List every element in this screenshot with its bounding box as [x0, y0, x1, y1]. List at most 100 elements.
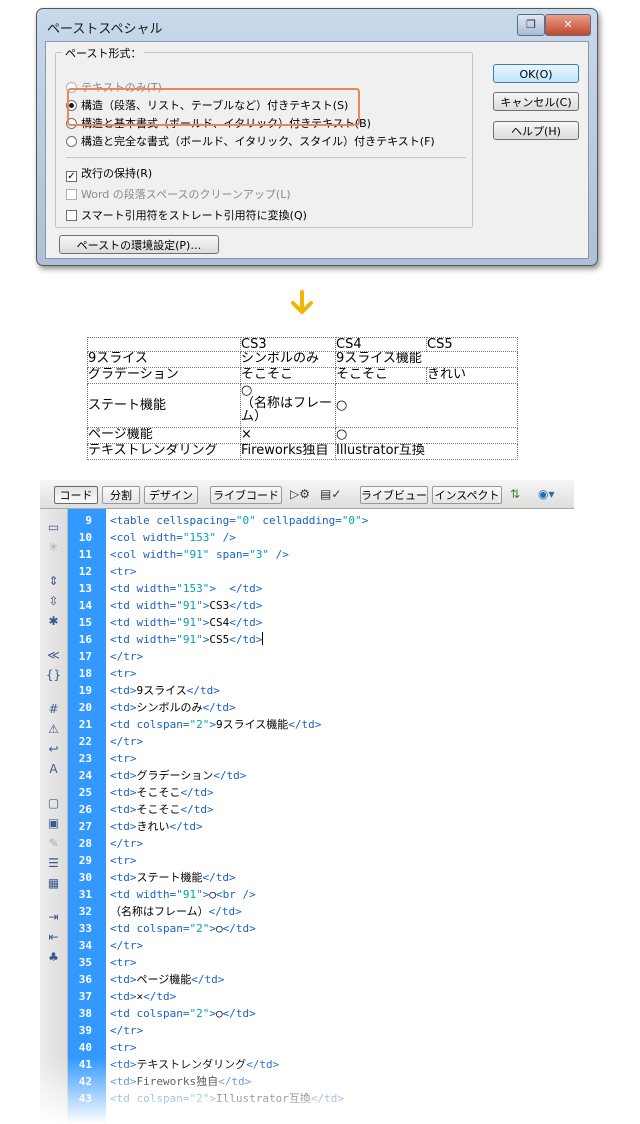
- collapse-full-tag-icon[interactable]: ⇕: [45, 573, 62, 589]
- line-number: 38: [78, 1007, 92, 1020]
- code-line[interactable]: <tr>: [110, 665, 137, 682]
- code-line[interactable]: <td width="91">○<br />: [110, 886, 256, 903]
- line-number: 12: [78, 565, 92, 578]
- code-token: >: [209, 718, 216, 731]
- code-token: シンボルのみ: [136, 701, 203, 714]
- line-numbers-icon[interactable]: #: [45, 701, 62, 717]
- code-line[interactable]: <td colspan="2">○</td>: [110, 920, 256, 937]
- check-page-icon[interactable]: ▤✓: [320, 487, 341, 501]
- code-line[interactable]: <tr>: [110, 563, 137, 580]
- recent-snippets-icon[interactable]: ☰: [45, 855, 62, 871]
- line-number: 13: [78, 582, 92, 595]
- highlight-invalid-code-icon[interactable]: ⚠: [45, 721, 62, 737]
- line-number: 15: [78, 616, 92, 629]
- code-line[interactable]: <td colspan="2">○</td>: [110, 1005, 256, 1022]
- code-line[interactable]: <td>きれい</td>: [110, 818, 203, 835]
- cancel-button[interactable]: キャンセル(C): [493, 92, 579, 111]
- expand-all-icon[interactable]: ✱: [45, 613, 62, 629]
- split-view-button[interactable]: 分割: [102, 486, 140, 504]
- code-line[interactable]: <td colspan="2">9スライス機能</td>: [110, 716, 321, 733]
- live-code-button[interactable]: ライブコード: [210, 486, 282, 504]
- outdent-code-icon[interactable]: ⇤: [45, 929, 62, 945]
- code-line[interactable]: <col width="153" />: [110, 529, 236, 546]
- line-number: 16: [78, 633, 92, 646]
- design-view-button[interactable]: デザイン: [144, 486, 198, 504]
- code-line[interactable]: <td>9スライス</td>: [110, 682, 220, 699]
- paste-preferences-button[interactable]: ペーストの環境設定(P)…: [59, 235, 219, 254]
- line-number: 18: [78, 667, 92, 680]
- move-css-icon[interactable]: ▦: [45, 875, 62, 891]
- code-token: きれい: [136, 820, 170, 833]
- code-area[interactable]: <table cellspacing="0" cellpadding="0"> <…: [110, 509, 572, 1124]
- code-line[interactable]: </tr>: [110, 648, 143, 665]
- code-line[interactable]: <td>テキストレンダリング</td>: [110, 1056, 279, 1073]
- apply-comment-icon[interactable]: ▢: [45, 795, 62, 811]
- syntax-coloring-icon[interactable]: A: [45, 761, 62, 777]
- code-line[interactable]: </tr>: [110, 1022, 143, 1039]
- word-wrap-icon[interactable]: ↩: [45, 741, 62, 757]
- remove-comment-icon[interactable]: ▣: [45, 815, 62, 831]
- code-line[interactable]: <td>そこそこ</td>: [110, 801, 214, 818]
- code-line[interactable]: <td width="153"> </td>: [110, 580, 262, 597]
- code-token: <td>: [110, 769, 137, 782]
- show-code-navigator-icon[interactable]: ✳: [45, 539, 62, 555]
- code-line[interactable]: </tr>: [110, 937, 143, 954]
- code-line[interactable]: <tr>: [110, 750, 137, 767]
- refresh-arrows-icon[interactable]: ⇅: [510, 487, 520, 501]
- code-token: width=: [136, 599, 177, 612]
- inspect-button[interactable]: インスペクト: [432, 486, 502, 504]
- code-line[interactable]: <td>Fireworks独自</td>: [110, 1073, 251, 1090]
- radio-icon: [66, 136, 77, 147]
- code-line[interactable]: <tr>: [110, 852, 137, 869]
- check-word-cleanup[interactable]: Word の段落スペースのクリーンアップ(L): [66, 186, 291, 202]
- code-line[interactable]: <td>×</td>: [110, 988, 176, 1005]
- restore-icon[interactable]: ❐: [517, 14, 545, 36]
- code-line[interactable]: <td>そこそこ</td>: [110, 784, 214, 801]
- code-line[interactable]: </tr>: [110, 733, 143, 750]
- code-line[interactable]: <td>グラデーション</td>: [110, 767, 246, 784]
- code-token: />: [269, 548, 289, 561]
- ok-button[interactable]: OK(O): [493, 64, 579, 83]
- code-view-button[interactable]: コード: [54, 486, 98, 504]
- code-line[interactable]: <tr>: [110, 1039, 137, 1056]
- code-token: Fireworks独自: [136, 1075, 219, 1088]
- select-parent-tag-icon[interactable]: ≪: [45, 647, 62, 663]
- check-keep-line-breaks[interactable]: ✓ 改行の保持(R): [66, 165, 152, 182]
- line-number-gutter: 9 10 11 12 13 14 15 16 17 18 19 20 21 22 23 24 25 26 27 28 2…: [68, 509, 106, 1124]
- code-line[interactable]: <td>ページ機能</td>: [110, 971, 224, 988]
- balance-braces-icon[interactable]: {}: [45, 667, 62, 683]
- help-button[interactable]: ヘルプ(H): [493, 121, 579, 140]
- line-number: 29: [78, 854, 92, 867]
- code-line[interactable]: <col width="91" span="3" />: [110, 546, 289, 563]
- code-line[interactable]: <td colspan="2">Illustrator互換</td>: [110, 1090, 344, 1107]
- wrap-tag-icon[interactable]: ✎: [45, 835, 62, 851]
- code-line[interactable]: <td width="91">CS3</td>: [110, 597, 262, 614]
- option-full-format[interactable]: 構造と完全な書式（ボールド、イタリック、スタイル）付きテキスト(F): [66, 133, 435, 149]
- line-number: 41: [78, 1058, 92, 1071]
- live-view-button[interactable]: ライブビュー: [360, 486, 428, 504]
- indent-code-icon[interactable]: ⇥: [45, 909, 62, 925]
- code-token: <td>: [110, 701, 137, 714]
- code-line[interactable]: <tr>: [110, 954, 137, 971]
- browser-globe-icon[interactable]: ◉▾: [538, 487, 555, 501]
- format-source-icon[interactable]: ♣: [45, 949, 62, 965]
- open-documents-icon[interactable]: ▭: [45, 519, 62, 535]
- close-icon[interactable]: ✕: [545, 14, 591, 36]
- code-line[interactable]: <td>ステート機能</td>: [110, 869, 236, 886]
- check-smart-quotes[interactable]: スマート引用符をストレート引用符に変換(Q): [66, 207, 307, 223]
- code-line[interactable]: <td width="91">CS5</td>: [110, 631, 264, 648]
- code-line[interactable]: <td width="91">CS4</td>: [110, 614, 262, 631]
- code-line[interactable]: <table cellspacing="0" cellpadding="0">: [110, 512, 368, 529]
- table-cell: きれい: [426, 367, 518, 384]
- code-line[interactable]: （名称はフレーム）</td>: [110, 903, 242, 920]
- file-management-icon[interactable]: ▷⚙: [290, 487, 310, 501]
- code-token: </td>: [202, 701, 236, 714]
- dialog-body: ペースト形式： テキストのみ(T) 構造（段落、リスト、テーブルなど）付きテキス…: [45, 41, 589, 259]
- code-line[interactable]: <td>シンボルのみ</td>: [110, 699, 236, 716]
- code-line[interactable]: </tr>: [110, 835, 143, 852]
- code-token: width=: [136, 633, 177, 646]
- collapse-selection-icon[interactable]: ⇳: [45, 593, 62, 609]
- code-token: </td>: [229, 633, 263, 646]
- code-token: ステート機能: [136, 871, 203, 884]
- table-cell: CS5: [426, 337, 518, 352]
